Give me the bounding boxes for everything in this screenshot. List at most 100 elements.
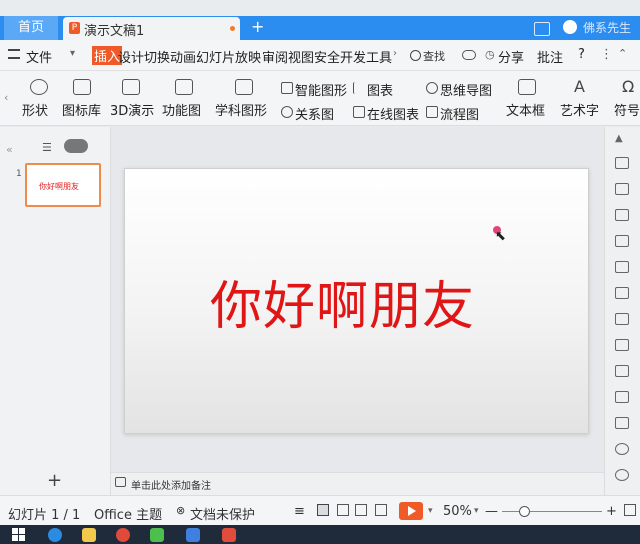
window-layout-icon[interactable] <box>534 22 550 36</box>
subject-shape-button[interactable]: 学科图形 <box>215 100 267 119</box>
zoom-options-icon[interactable]: ▾ <box>474 506 479 516</box>
play-button[interactable] <box>399 502 423 520</box>
mind-map-button[interactable]: 思维导图 <box>440 80 492 99</box>
relation-button[interactable]: 关系图 <box>295 104 334 123</box>
smart-shape-button[interactable]: 智能图形 <box>295 80 347 99</box>
chart-button[interactable]: 图表 <box>367 80 393 99</box>
tab-bar: 首页 P 演示文稿1 + 佛系先生 <box>0 16 640 40</box>
icon-library-button[interactable]: 图标库 <box>62 100 101 119</box>
menu-review[interactable]: 审阅 <box>262 47 288 66</box>
art-text-button[interactable]: 艺术字 <box>560 100 599 119</box>
reading-view-icon[interactable] <box>355 504 367 516</box>
chrome-icon[interactable] <box>116 528 130 542</box>
notes-toggle-icon[interactable]: ≡ <box>294 504 305 519</box>
new-tab-button[interactable]: + <box>251 17 264 36</box>
notes-bar[interactable]: 单击此处添加备注 <box>111 472 604 495</box>
zoom-out-button[interactable]: — <box>485 504 498 519</box>
play-icon <box>408 506 416 516</box>
outline-view-icon[interactable]: ☰ <box>42 141 52 154</box>
chevron-down-icon[interactable]: ▾ <box>70 48 75 59</box>
image-icon[interactable] <box>615 313 629 325</box>
edge-browser-icon[interactable] <box>48 528 62 542</box>
menu-developer[interactable]: 开发工具 <box>340 47 392 66</box>
menu-view[interactable]: 视图 <box>288 47 314 66</box>
fit-window-icon[interactable] <box>624 504 636 516</box>
audio-icon[interactable] <box>615 417 629 429</box>
windows-start-icon[interactable] <box>12 528 26 542</box>
text-icon[interactable] <box>615 339 629 351</box>
menu-slideshow[interactable]: 幻灯片放映 <box>196 47 261 66</box>
protection-status[interactable]: 文档未保护 <box>190 504 255 523</box>
history-icon[interactable]: ◷ <box>485 48 495 61</box>
normal-view-icon[interactable] <box>317 504 329 516</box>
zoom-slider-handle[interactable] <box>519 506 530 517</box>
scroll-up-icon[interactable]: ▲ <box>615 133 623 144</box>
textbox-button[interactable]: 文本框 <box>506 100 545 119</box>
annotate-button[interactable]: 批注 <box>537 47 563 66</box>
history-panel-icon[interactable] <box>615 469 629 481</box>
zoom-slider[interactable] <box>502 511 602 512</box>
symbol-icon: Ω <box>622 77 635 96</box>
zoom-in-button[interactable]: + <box>606 504 617 519</box>
search-icon[interactable] <box>410 50 421 61</box>
shape-style-icon[interactable] <box>615 209 629 221</box>
user-name[interactable]: 佛系先生 <box>583 19 631 36</box>
slide-thumbnail[interactable]: 你好啊朋友 <box>25 163 101 207</box>
subject-shape-icon <box>235 79 253 95</box>
tab-home[interactable]: 首页 <box>4 16 58 40</box>
table-icon[interactable] <box>615 365 629 377</box>
chart-panel-icon[interactable] <box>615 261 629 273</box>
theme-name[interactable]: Office 主题 <box>94 504 162 523</box>
3d-button[interactable]: 3D演示 <box>110 100 154 119</box>
flowchart-button[interactable]: 流程图 <box>440 104 479 123</box>
menu-animation[interactable]: 动画 <box>170 47 196 66</box>
slide-view-toggle[interactable] <box>64 139 88 153</box>
shape-button[interactable]: 形状 <box>22 100 48 119</box>
menu-security[interactable]: 安全 <box>314 47 340 66</box>
unsaved-dot-icon <box>230 26 235 31</box>
slide-number: 1 <box>16 169 22 179</box>
slide[interactable]: 你好啊朋友 ⬉ <box>124 168 589 434</box>
taskbar <box>0 525 640 544</box>
tab-document[interactable]: P 演示文稿1 <box>63 17 240 40</box>
copy-icon[interactable] <box>615 183 629 195</box>
file-explorer-icon[interactable] <box>82 528 96 542</box>
online-chart-button[interactable]: 在线图表 <box>367 104 419 123</box>
wps-presentation-icon[interactable] <box>222 528 236 542</box>
play-options-icon[interactable]: ▾ <box>428 506 433 516</box>
share-button[interactable]: 分享 <box>498 47 524 66</box>
shield-icon[interactable] <box>615 443 629 455</box>
function-chart-button[interactable]: 功能图 <box>162 100 201 119</box>
slide-title[interactable]: 你好啊朋友 <box>210 264 475 339</box>
menu-design[interactable]: 设计 <box>118 47 144 66</box>
adjust-icon[interactable] <box>615 287 629 299</box>
menu-transition[interactable]: 切换 <box>144 47 170 66</box>
wechat-icon[interactable] <box>150 528 164 542</box>
thumbnail-text: 你好啊朋友 <box>39 182 79 191</box>
collapse-ribbon-icon[interactable]: ⌃ <box>618 47 627 60</box>
ribbon-scroll-left-icon[interactable]: ‹ <box>4 91 8 104</box>
hamburger-icon[interactable] <box>8 49 20 59</box>
notes-placeholder[interactable]: 单击此处添加备注 <box>131 477 211 492</box>
cloud-icon[interactable] <box>462 50 476 60</box>
notes-view-icon[interactable] <box>375 504 387 516</box>
menu-file[interactable]: 文件 <box>26 47 52 66</box>
symbol-button[interactable]: 符号 <box>614 100 640 119</box>
add-slide-button[interactable]: + <box>47 470 62 491</box>
zoom-level[interactable]: 50% <box>443 504 472 519</box>
menu-bar: 文件 ▾ 插入 设计 切换 动画 幻灯片放映 审阅 视图 安全 开发工具 › 查… <box>0 40 640 71</box>
app-icon[interactable] <box>186 528 200 542</box>
icon-library-icon <box>73 79 91 95</box>
layout-icon[interactable] <box>615 235 629 247</box>
3d-icon <box>122 79 140 95</box>
help-button[interactable]: ? <box>578 47 585 62</box>
chart-icon <box>353 82 365 94</box>
pin-icon[interactable] <box>615 157 629 169</box>
avatar[interactable] <box>563 20 577 34</box>
search-button[interactable]: 查找 <box>423 48 445 64</box>
collapse-panel-icon[interactable]: « <box>6 143 13 156</box>
picture-icon[interactable] <box>615 391 629 403</box>
more-options-icon[interactable]: ⋮ <box>600 47 613 62</box>
sorter-view-icon[interactable] <box>337 504 349 516</box>
more-menu-icon[interactable]: › <box>393 48 397 59</box>
